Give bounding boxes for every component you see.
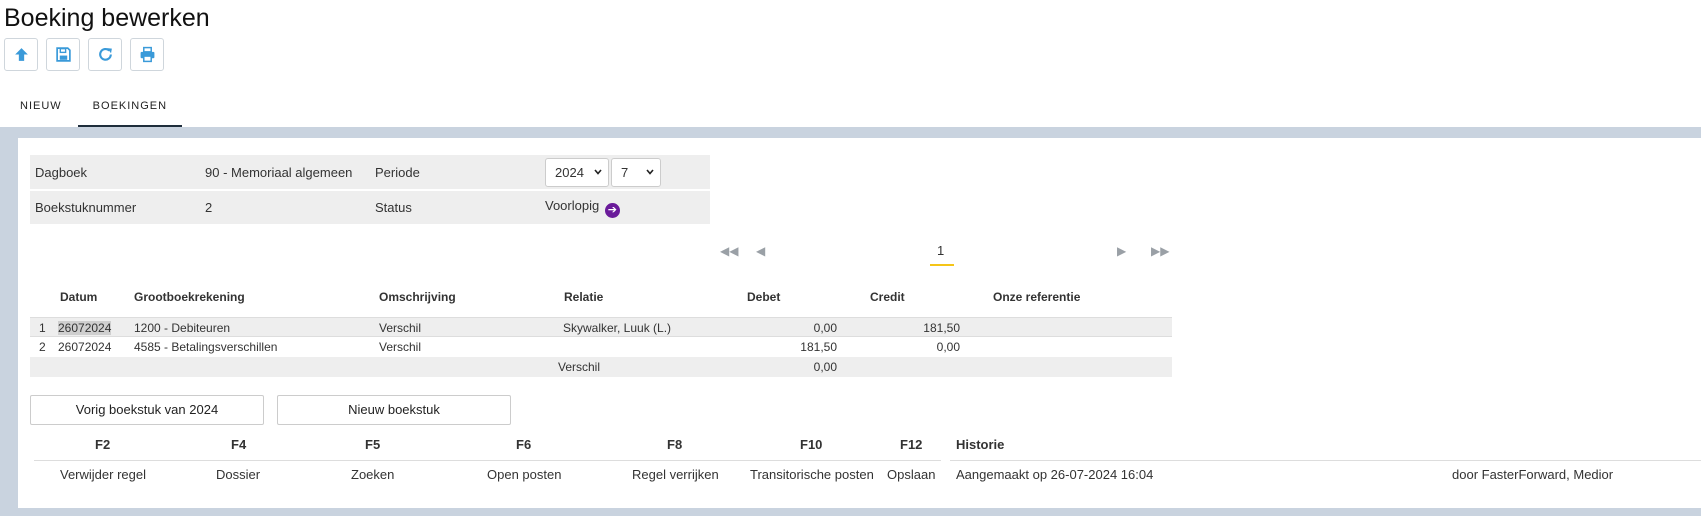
fkey-f2: F2 bbox=[95, 437, 111, 452]
col-omschrijving: Omschrijving bbox=[379, 290, 456, 304]
chevron-down-icon bbox=[646, 168, 654, 175]
booking-lines-grid: 1 26072024 1200 - Debiteuren Verschil Sk… bbox=[30, 317, 1172, 377]
fkey-f8: F8 bbox=[667, 437, 683, 452]
action-dossier[interactable]: Dossier bbox=[216, 467, 260, 482]
debet-cell[interactable]: 0,00 bbox=[814, 321, 837, 335]
boekstuk-label: Boekstuknummer bbox=[30, 190, 200, 226]
relatie-cell[interactable]: Skywalker, Luuk (L.) bbox=[563, 321, 671, 335]
periode-year-select[interactable]: 2024 bbox=[545, 157, 609, 187]
booking-info-table: Dagboek 90 - Memoriaal algemeen Periode … bbox=[30, 155, 710, 226]
next-page-icon[interactable]: ▶ bbox=[1117, 244, 1126, 258]
divider bbox=[950, 460, 1701, 461]
up-arrow-icon bbox=[14, 48, 28, 61]
boekstuk-value: 2 bbox=[200, 190, 370, 226]
divider bbox=[34, 460, 941, 461]
col-onze-referentie: Onze referentie bbox=[993, 290, 1081, 304]
fkey-f4: F4 bbox=[231, 437, 247, 452]
action-opslaan[interactable]: Opslaan bbox=[887, 467, 935, 482]
table-row[interactable]: 1 26072024 1200 - Debiteuren Verschil Sk… bbox=[30, 317, 1172, 337]
tab-nieuw[interactable]: NIEUW bbox=[0, 94, 78, 127]
col-datum: Datum bbox=[60, 290, 98, 304]
tabs: NIEUW BOEKINGEN bbox=[0, 94, 183, 127]
up-button[interactable] bbox=[4, 38, 38, 71]
save-icon bbox=[55, 47, 71, 62]
status-cell: Voorlopig ➔ bbox=[540, 190, 710, 226]
new-document-button[interactable]: Nieuw boekstuk bbox=[277, 395, 511, 425]
previous-page-icon[interactable]: ◀ bbox=[756, 244, 765, 258]
credit-cell[interactable]: 181,50 bbox=[923, 321, 960, 335]
current-page-indicator bbox=[930, 264, 954, 266]
fkey-f10: F10 bbox=[800, 437, 823, 452]
credit-cell[interactable]: 0,00 bbox=[937, 340, 960, 354]
refresh-icon bbox=[98, 48, 112, 61]
datum-cell[interactable]: 26072024 bbox=[58, 340, 111, 354]
refresh-button[interactable] bbox=[88, 38, 122, 71]
status-value: Voorlopig bbox=[545, 197, 600, 213]
row-number: 2 bbox=[39, 340, 46, 354]
historie-by: door FasterForward, Medior bbox=[1452, 467, 1614, 482]
first-page-icon[interactable]: ◀◀ bbox=[720, 244, 738, 258]
action-regel-verrijken[interactable]: Regel verrijken bbox=[632, 467, 719, 482]
tab-boekingen[interactable]: BOEKINGEN bbox=[77, 94, 183, 127]
last-page-icon[interactable]: ▶▶ bbox=[1151, 244, 1169, 258]
omschrijving-cell[interactable]: Verschil bbox=[379, 321, 421, 335]
fkey-f5: F5 bbox=[365, 437, 381, 452]
save-button[interactable] bbox=[46, 38, 80, 71]
page-title: Boeking bewerken bbox=[4, 4, 210, 32]
total-value: 0,00 bbox=[813, 360, 837, 374]
fkey-f6: F6 bbox=[516, 437, 532, 452]
row-number: 1 bbox=[39, 321, 46, 335]
action-transitorische-posten[interactable]: Transitorische posten bbox=[750, 467, 874, 482]
col-relatie: Relatie bbox=[564, 290, 604, 304]
action-open-posten[interactable]: Open posten bbox=[487, 467, 561, 482]
status-label: Status bbox=[370, 190, 540, 226]
current-page[interactable]: 1 bbox=[937, 243, 944, 258]
action-verwijder-regel[interactable]: Verwijder regel bbox=[60, 467, 146, 482]
periode-selects: 2024 7 bbox=[540, 155, 710, 191]
arrow-right-circle-icon[interactable]: ➔ bbox=[604, 202, 620, 218]
datum-cell[interactable]: 26072024 bbox=[58, 321, 112, 335]
total-label: Verschil bbox=[558, 360, 601, 374]
historie-title: Historie bbox=[956, 437, 1005, 452]
dagboek-label: Dagboek bbox=[30, 155, 200, 191]
action-zoeken[interactable]: Zoeken bbox=[351, 467, 394, 482]
previous-document-button[interactable]: Vorig boekstuk van 2024 bbox=[30, 395, 264, 425]
dagboek-value: 90 - Memoriaal algemeen bbox=[200, 155, 370, 191]
periode-month-select[interactable]: 7 bbox=[611, 157, 661, 187]
toolbar bbox=[4, 38, 164, 71]
omschrijving-cell[interactable]: Verschil bbox=[379, 340, 421, 354]
grootboek-cell[interactable]: 1200 - Debiteuren bbox=[134, 321, 230, 335]
col-credit: Credit bbox=[870, 290, 905, 304]
total-row: Verschil 0,00 bbox=[30, 357, 1172, 377]
debet-cell[interactable]: 181,50 bbox=[800, 340, 837, 354]
chevron-down-icon bbox=[594, 168, 602, 175]
historie-created: Aangemaakt op 26-07-2024 16:04 bbox=[956, 467, 1154, 482]
print-icon bbox=[140, 46, 154, 63]
col-grootboekrekening: Grootboekrekening bbox=[134, 290, 245, 304]
col-debet: Debet bbox=[747, 290, 781, 304]
periode-label: Periode bbox=[370, 155, 540, 191]
grootboek-cell[interactable]: 4585 - Betalingsverschillen bbox=[134, 340, 277, 354]
table-row[interactable]: 2 26072024 4585 - Betalingsverschillen V… bbox=[30, 337, 1172, 357]
fkey-f12: F12 bbox=[900, 437, 923, 452]
print-button[interactable] bbox=[130, 38, 164, 71]
